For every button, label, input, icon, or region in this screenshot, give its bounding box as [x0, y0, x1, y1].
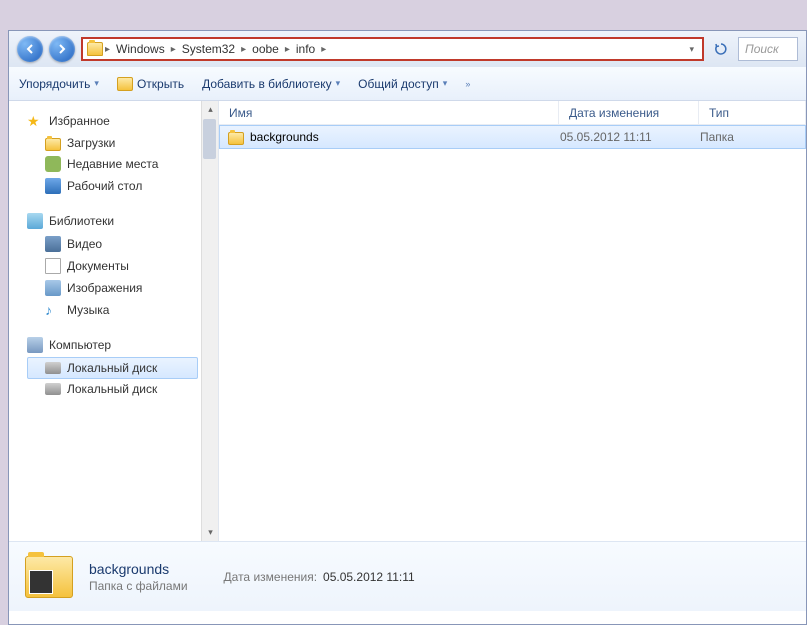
chevron-right-icon: » — [465, 79, 470, 89]
column-header-type[interactable]: Тип — [699, 101, 806, 124]
picture-icon — [45, 280, 61, 296]
add-to-library-menu[interactable]: Добавить в библиотеку▾ — [202, 77, 340, 91]
share-menu[interactable]: Общий доступ▾ — [358, 77, 447, 91]
back-button[interactable] — [17, 36, 43, 62]
sidebar-item-documents[interactable]: Документы — [9, 255, 218, 277]
scroll-down-icon[interactable]: ▾ — [202, 524, 219, 541]
organize-menu[interactable]: Упорядочить▾ — [19, 77, 99, 91]
details-date-label: Дата изменения: — [224, 570, 318, 584]
computer-header[interactable]: Компьютер — [9, 333, 218, 357]
favorites-group: ★ Избранное Загрузки Недавние места Рабо… — [9, 101, 218, 201]
library-icon — [27, 213, 43, 229]
video-icon — [45, 236, 61, 252]
sidebar-item-local-disk[interactable]: Локальный диск — [9, 379, 218, 399]
refresh-button[interactable] — [710, 38, 732, 60]
open-folder-icon — [117, 77, 133, 91]
sidebar-item-videos[interactable]: Видео — [9, 233, 218, 255]
breadcrumb-segment[interactable]: info — [292, 42, 319, 56]
forward-button[interactable] — [49, 36, 75, 62]
sidebar-item-music[interactable]: ♪ Музыка — [9, 299, 218, 321]
star-icon: ★ — [27, 113, 43, 129]
column-header-name[interactable]: Имя — [219, 101, 559, 124]
search-input[interactable]: Поиск — [738, 37, 798, 61]
folder-icon — [45, 138, 61, 151]
sidebar-scrollbar[interactable]: ▴ ▾ — [201, 101, 218, 541]
folder-icon — [87, 42, 103, 56]
navigation-pane: ★ Избранное Загрузки Недавние места Рабо… — [9, 101, 219, 541]
file-list: Имя Дата изменения Тип backgrounds 05.05… — [219, 101, 806, 541]
chevron-right-icon: ▸ — [285, 44, 290, 55]
more-menu[interactable]: » — [465, 79, 470, 89]
computer-icon — [27, 337, 43, 353]
breadcrumb-segment[interactable]: Windows — [112, 42, 169, 56]
chevron-down-icon: ▾ — [94, 78, 99, 89]
search-placeholder: Поиск — [745, 42, 779, 56]
toolbar: Упорядочить▾ Открыть Добавить в библиоте… — [9, 67, 806, 101]
breadcrumb-segment[interactable]: oobe — [248, 42, 283, 56]
chevron-right-icon: ▸ — [105, 44, 110, 55]
chevron-down-icon: ▾ — [336, 78, 341, 89]
music-icon: ♪ — [45, 302, 61, 318]
chevron-right-icon: ▸ — [321, 44, 326, 55]
details-date-value: 05.05.2012 11:11 — [323, 570, 415, 584]
column-header-date[interactable]: Дата изменения — [559, 101, 699, 124]
sidebar-item-local-disk[interactable]: Локальный диск — [27, 357, 198, 379]
desktop-icon — [45, 178, 61, 194]
libraries-group: Библиотеки Видео Документы Изображения ♪… — [9, 201, 218, 325]
breadcrumb-segment[interactable]: System32 — [178, 42, 239, 56]
chevron-down-icon: ▾ — [443, 78, 448, 89]
favorites-header[interactable]: ★ Избранное — [9, 109, 218, 133]
details-pane: backgrounds Папка с файлами Дата изменен… — [9, 541, 806, 611]
file-date: 05.05.2012 11:11 — [560, 130, 700, 144]
arrow-left-icon — [24, 43, 36, 55]
libraries-header[interactable]: Библиотеки — [9, 209, 218, 233]
address-bar[interactable]: ▸ Windows ▸ System32 ▸ oobe ▸ info ▸ ▾ — [81, 37, 704, 61]
chevron-right-icon: ▸ — [171, 44, 176, 55]
chevron-right-icon: ▸ — [241, 44, 246, 55]
explorer-window: ▸ Windows ▸ System32 ▸ oobe ▸ info ▸ ▾ П… — [8, 30, 807, 625]
navigation-row: ▸ Windows ▸ System32 ▸ oobe ▸ info ▸ ▾ П… — [9, 31, 806, 67]
folder-large-icon — [25, 556, 73, 598]
file-name: backgrounds — [250, 130, 319, 144]
computer-group: Компьютер Локальный диск Локальный диск — [9, 325, 218, 403]
folder-icon — [228, 132, 244, 145]
body: ★ Избранное Загрузки Недавние места Рабо… — [9, 101, 806, 541]
address-dropdown[interactable]: ▾ — [685, 44, 698, 55]
recent-icon — [45, 156, 61, 172]
sidebar-item-desktop[interactable]: Рабочий стол — [9, 175, 218, 197]
scrollbar-thumb[interactable] — [203, 119, 216, 159]
details-title: backgrounds — [89, 561, 188, 577]
sidebar-item-recent[interactable]: Недавние места — [9, 153, 218, 175]
arrow-right-icon — [56, 43, 68, 55]
details-subtitle: Папка с файлами — [89, 579, 188, 593]
open-button[interactable]: Открыть — [117, 77, 184, 91]
disk-icon — [45, 383, 61, 395]
column-headers: Имя Дата изменения Тип — [219, 101, 806, 125]
file-row[interactable]: backgrounds 05.05.2012 11:11 Папка — [219, 125, 806, 149]
document-icon — [45, 258, 61, 274]
sidebar-item-pictures[interactable]: Изображения — [9, 277, 218, 299]
disk-icon — [45, 362, 61, 374]
refresh-icon — [714, 42, 728, 56]
scroll-up-icon[interactable]: ▴ — [202, 101, 219, 118]
file-type: Папка — [700, 130, 797, 144]
sidebar-item-downloads[interactable]: Загрузки — [9, 133, 218, 153]
